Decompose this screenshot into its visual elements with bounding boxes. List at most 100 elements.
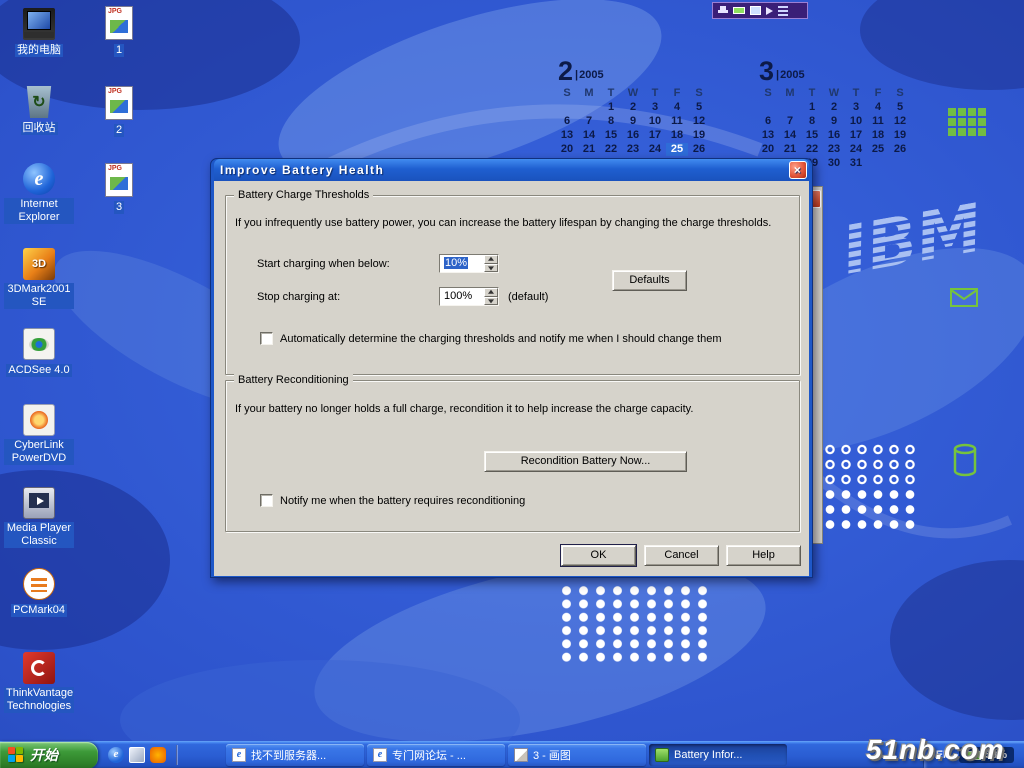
task-label: Battery Infor...: [674, 749, 742, 761]
calendar-day: 24: [845, 143, 867, 156]
dot-pattern-bottom: [558, 584, 711, 664]
calendar-day: 9: [622, 115, 644, 128]
desktop-icon-label: ACDSee 4.0: [6, 364, 71, 377]
improve-battery-health-dialog: Improve Battery Health × Battery Charge …: [210, 158, 813, 578]
file-icon-3[interactable]: JPG3: [84, 163, 154, 215]
calendar-2-2005: 22005SMTWTFS1234567891011121314151617181…: [556, 57, 714, 170]
desktop-icon-label: 3DMark2001 SE: [4, 283, 74, 309]
calendar-dow: T: [644, 87, 666, 100]
start-label: 开始: [30, 745, 58, 765]
recycle-bin-icon: [23, 86, 55, 118]
grid-icon[interactable]: [778, 6, 788, 16]
calendar-day: 16: [622, 129, 644, 142]
ie-icon[interactable]: [108, 747, 124, 763]
volume-icon[interactable]: [766, 7, 773, 15]
desktop-icon-label: Internet Explorer: [4, 198, 74, 224]
calendar-day: 14: [578, 129, 600, 142]
paint-icon: [514, 748, 528, 762]
auto-determine-checkbox[interactable]: [260, 332, 273, 345]
calendar-day: 17: [644, 129, 666, 142]
taskbar-task-forum[interactable]: 专门网论坛 - ...: [367, 744, 505, 766]
calendar-day: 7: [578, 115, 600, 128]
stop-threshold-spinner[interactable]: 100%: [439, 287, 499, 306]
stop-threshold-value[interactable]: 100%: [440, 288, 484, 305]
calendar-day: 19: [688, 129, 710, 142]
start-charging-label: Start charging when below:: [257, 258, 390, 270]
calendar-year: 2005: [575, 69, 604, 83]
calendar-day: 26: [688, 143, 710, 156]
desktop-icon-mpc[interactable]: Media Player Classic: [4, 487, 74, 549]
battery-charge-thresholds-group: Battery Charge Thresholds If you infrequ…: [225, 195, 800, 375]
spin-up-icon[interactable]: [484, 288, 498, 297]
recondition-battery-button[interactable]: Recondition Battery Now...: [484, 451, 687, 472]
calendar-dow: F: [666, 87, 688, 100]
calendar-day: 23: [622, 143, 644, 156]
desktop-icon-pcmark04[interactable]: PCMark04: [4, 568, 74, 618]
taskbar-tasks: 找不到服务器...专门网论坛 - ...3 - 画图 Battery Infor.…: [226, 744, 787, 766]
desktop-icon-acdsee[interactable]: ACDSee 4.0: [4, 328, 74, 378]
calendar-day: 19: [889, 129, 911, 142]
start-threshold-spinner[interactable]: 10%: [439, 254, 499, 273]
calendar-day: [779, 101, 801, 114]
file-icon-1[interactable]: JPG1: [84, 6, 154, 58]
calendar-dow: S: [757, 87, 779, 100]
taskbar-task-battery-information[interactable]: Battery Infor...: [649, 744, 787, 766]
start-threshold-value[interactable]: 10%: [440, 255, 484, 272]
taskbar-task-paint[interactable]: 3 - 画图: [508, 744, 646, 766]
desktop-icon-powerdvd[interactable]: CyberLink PowerDVD: [4, 404, 74, 466]
3dmark2001-icon: [23, 248, 55, 280]
reconditioning-description: If your battery no longer holds a full c…: [235, 403, 693, 415]
desktop-icon-internet-explorer[interactable]: Internet Explorer: [4, 163, 74, 225]
cancel-button[interactable]: Cancel: [644, 545, 719, 566]
calendar-day: 5: [889, 101, 911, 114]
windows-logo-icon: [8, 747, 24, 763]
acdsee-icon: [23, 328, 55, 360]
calendar-day: 2: [823, 101, 845, 114]
battery-icon[interactable]: [733, 7, 745, 14]
desktop-icon-my-computer[interactable]: 我的电脑: [4, 8, 74, 58]
battery-reconditioning-group: Battery Reconditioning If your battery n…: [225, 380, 800, 532]
close-icon: ×: [794, 163, 803, 177]
ring-pattern-right: [822, 442, 918, 487]
dialog-titlebar[interactable]: Improve Battery Health ×: [214, 159, 809, 181]
plug-icon[interactable]: [718, 6, 728, 16]
desktop-icon-3dmark2001[interactable]: 3DMark2001 SE: [4, 248, 74, 310]
dot-pattern-right: [822, 487, 918, 533]
show-desktop-icon[interactable]: [129, 747, 145, 763]
watermark: 51nb.com: [866, 734, 1005, 766]
start-button[interactable]: 开始: [0, 742, 98, 768]
file-icon-2[interactable]: JPG2: [84, 86, 154, 138]
spin-down-icon[interactable]: [484, 264, 498, 273]
desktop-icon-recycle-bin[interactable]: 回收站: [4, 86, 74, 136]
internet-explorer-icon: [23, 163, 55, 195]
help-button[interactable]: Help: [726, 545, 801, 566]
taskbar-task-server-not-found[interactable]: 找不到服务器...: [226, 744, 364, 766]
jpg-file-icon: JPG: [105, 86, 133, 120]
calendar-day: 13: [556, 129, 578, 142]
calendar-day: 8: [600, 115, 622, 128]
media-player-icon[interactable]: [150, 747, 166, 763]
calendar-day: 1: [801, 101, 823, 114]
ok-button[interactable]: OK: [561, 545, 636, 566]
desktop-icon-label: ThinkVantage Technologies: [4, 687, 74, 713]
calendar-day: 22: [801, 143, 823, 156]
dialog-close-button[interactable]: ×: [789, 161, 807, 179]
display-icon[interactable]: [750, 6, 761, 15]
reconditioning-group-title: Battery Reconditioning: [234, 374, 353, 387]
defaults-button[interactable]: Defaults: [612, 270, 687, 291]
spin-up-icon[interactable]: [484, 255, 498, 264]
jpg-tag: JPG: [108, 8, 122, 15]
power-scheme-toolbar[interactable]: [712, 2, 808, 19]
spin-down-icon[interactable]: [484, 297, 498, 306]
calendar-day: 23: [823, 143, 845, 156]
powerdvd-icon: [23, 404, 55, 436]
desktop-icon-thinkvantage[interactable]: ThinkVantage Technologies: [4, 652, 74, 714]
battery-icon: [655, 748, 669, 762]
jpg-file-icon: JPG: [105, 163, 133, 197]
calendar-day: 11: [867, 115, 889, 128]
calendar-3-2005: 32005SMTWTFS1234567891011121314151617181…: [757, 57, 915, 170]
calendar-day: 31: [845, 157, 867, 170]
stop-charging-label: Stop charging at:: [257, 291, 340, 303]
calendar-day: 18: [666, 129, 688, 142]
notify-reconditioning-checkbox[interactable]: [260, 494, 273, 507]
